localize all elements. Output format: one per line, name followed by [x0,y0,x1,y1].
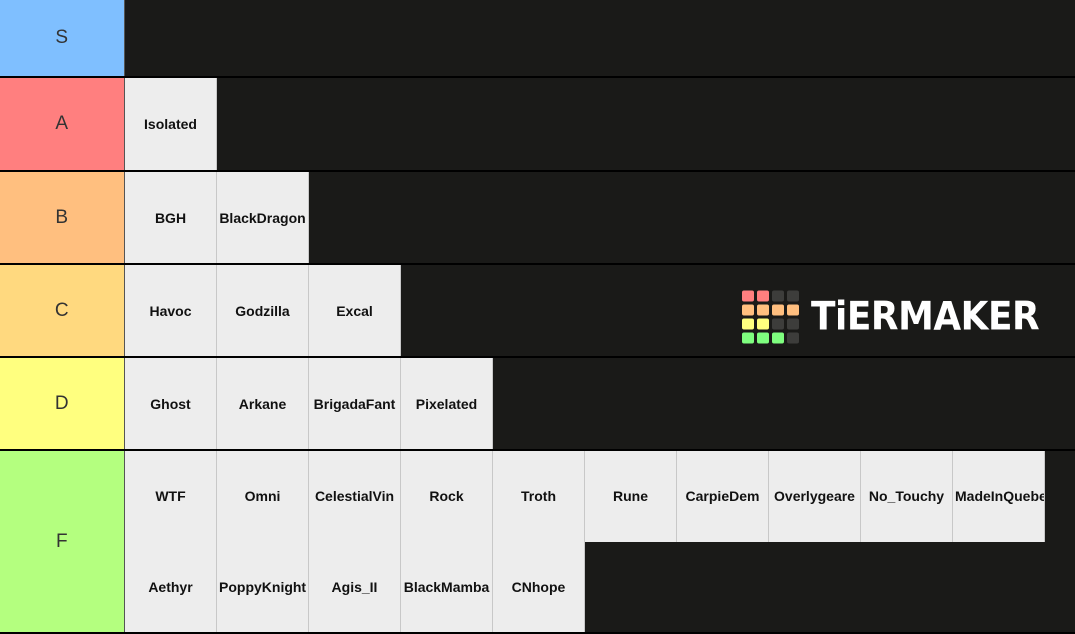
tier-list: S A Isolated B BGH BlackDragon C Havoc Godzilla E… [0,0,1075,634]
tier-item[interactable]: CNhope [493,541,585,632]
tier-item[interactable]: Havoc [125,265,217,356]
tier-item[interactable]: Troth [493,451,585,542]
tier-item-label: Godzilla [235,302,290,319]
tier-item-line: Isolated [125,78,1075,170]
tier-items-a[interactable]: Isolated [125,78,1075,170]
tier-item-line: BGH BlackDragon [125,172,1075,263]
tier-item-label: Pixelated [415,395,478,412]
tier-item-label: WTF [155,488,186,505]
tier-item-label: BlackDragon [219,209,306,226]
tier-item-label: CelestialVin [314,488,395,505]
tier-item[interactable]: BlackDragon [217,172,309,263]
tier-item-label: CNhope [511,578,566,595]
tier-item[interactable]: BrigadaFant [309,358,401,449]
tier-items-b[interactable]: BGH BlackDragon [125,172,1075,263]
tier-item-label: CarpieDem [685,488,760,505]
tier-row-b: B BGH BlackDragon [0,172,1075,265]
tier-row-a: A Isolated [0,78,1075,172]
tier-item-label: BlackMamba [403,578,490,595]
tier-item[interactable]: CarpieDem [677,451,769,542]
tier-item[interactable]: Overlygeare [769,451,861,542]
tier-item-label: Overlygeare [774,488,855,505]
tier-item-label: Isolated [144,116,197,132]
tier-item[interactable]: BlackMamba [401,541,493,632]
tier-item-label: Arkane [238,395,287,412]
tier-item[interactable]: Aethyr [125,541,217,632]
tier-item-line [125,0,1075,76]
tier-label-b[interactable]: B [0,172,125,263]
tier-label-f[interactable]: F [0,451,125,632]
tier-item-label: Excal [336,302,373,319]
tier-item[interactable]: WTF [125,451,217,542]
tier-label-c[interactable]: C [0,265,125,356]
tier-items-f[interactable]: WTF Omni CelestialVin Rock Troth Rune CarpieDe… [125,451,1075,632]
tier-item[interactable]: Agis_II [309,541,401,632]
tier-item-label: Ghost [150,395,191,412]
tier-item[interactable]: MadeInQuebec [953,451,1045,542]
tier-item-line: Aethyr PoppyKnight Agis_II BlackMamba CNhope [125,541,1075,632]
tier-row-s: S [0,0,1075,78]
tier-item-label: MadeInQuebec [955,488,1044,505]
tier-item[interactable]: BGH [125,172,217,263]
tier-items-c[interactable]: Havoc Godzilla Excal [125,265,1075,356]
tier-item[interactable]: PoppyKnight [217,541,309,632]
tier-item[interactable]: Excal [309,265,401,356]
tier-item-label: Rock [429,488,464,505]
tier-item-label: Troth [521,488,556,505]
tier-item[interactable]: Omni [217,451,309,542]
tier-item-label: Omni [244,488,281,505]
tier-item-label: PoppyKnight [219,578,307,595]
tier-label-s[interactable]: S [0,0,125,76]
tier-items-s[interactable] [125,0,1075,76]
tier-item-label: No_Touchy [868,488,945,505]
tier-item[interactable]: CelestialVin [309,451,401,542]
tier-label-a[interactable]: A [0,78,125,170]
tier-items-d[interactable]: Ghost Arkane BrigadaFant Pixelated [125,358,1075,449]
tier-label-d[interactable]: D [0,358,125,449]
tier-item[interactable]: Pixelated [401,358,493,449]
tier-item-label: BrigadaFant [313,395,396,412]
tier-item[interactable]: Rune [585,451,677,542]
tier-item[interactable]: Godzilla [217,265,309,356]
tier-row-d: D Ghost Arkane BrigadaFant Pixelated [0,358,1075,451]
tier-item-line: Ghost Arkane BrigadaFant Pixelated [125,358,1075,449]
tier-item[interactable]: Isolated [125,78,217,170]
tier-item[interactable]: Ghost [125,358,217,449]
tier-item-label: Rune [613,488,648,505]
tier-item-line: Havoc Godzilla Excal [125,265,1075,356]
tier-item-label: Agis_II [331,578,378,595]
tier-item[interactable]: No_Touchy [861,451,953,542]
tier-item[interactable]: Arkane [217,358,309,449]
tier-item-line: WTF Omni CelestialVin Rock Troth Rune CarpieDe… [125,451,1075,542]
tier-item[interactable]: Rock [401,451,493,542]
tier-row-c: C Havoc Godzilla Excal [0,265,1075,358]
tier-row-f: F WTF Omni CelestialVin Rock Troth Rune CarpieD… [0,451,1075,634]
tier-item-label: Havoc [149,302,192,319]
tier-item-label: BGH [154,209,187,226]
tier-item-label: Aethyr [148,578,193,595]
